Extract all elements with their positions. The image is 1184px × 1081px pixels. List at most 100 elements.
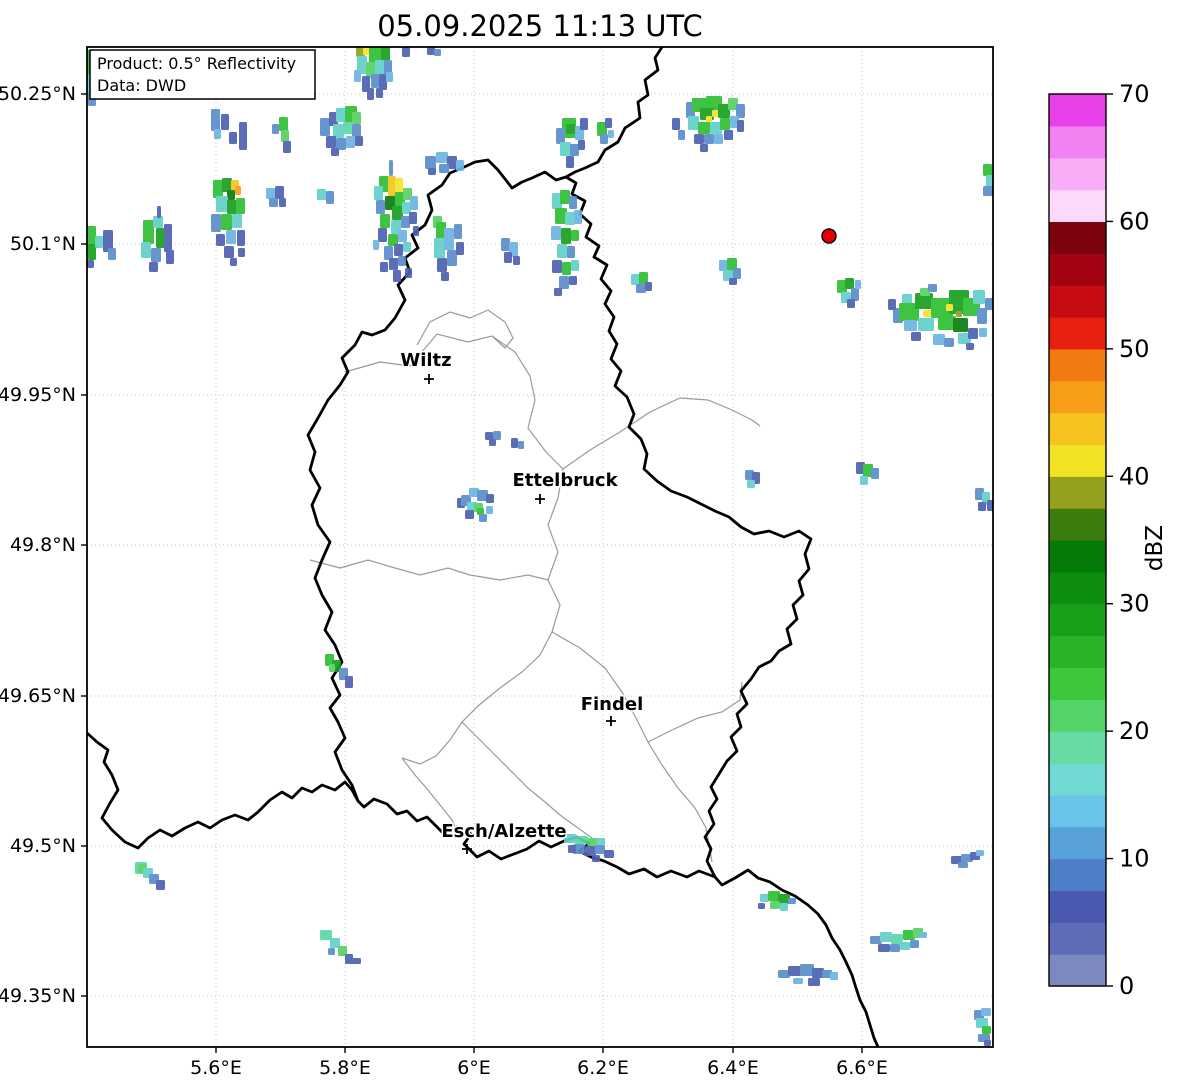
radar-echo-cell bbox=[636, 284, 646, 293]
colorbar-segment bbox=[1049, 126, 1106, 158]
radar-echo-cell bbox=[378, 228, 387, 242]
radar-echo-cell bbox=[221, 114, 229, 130]
radar-echo-cell bbox=[568, 845, 576, 853]
radar-echo-cell bbox=[847, 299, 855, 308]
radar-echo-cell bbox=[269, 198, 278, 207]
radar-echo-cell bbox=[518, 441, 524, 449]
radar-echo-cell bbox=[384, 60, 392, 74]
info-box-product-line: Product: 0.5° Reflectivity bbox=[97, 54, 296, 73]
district-border-line bbox=[648, 682, 742, 742]
radar-echoes bbox=[87, 47, 993, 1046]
radar-echo-cell bbox=[238, 248, 245, 257]
district-border-line bbox=[345, 334, 563, 469]
radar-echo-cell bbox=[554, 288, 562, 296]
colorbar-segment bbox=[1049, 731, 1106, 763]
radar-echo-cell bbox=[860, 476, 868, 485]
radar-echo-cell bbox=[413, 226, 419, 236]
radar-echo-cell bbox=[830, 972, 838, 980]
city-marker-cross bbox=[535, 494, 545, 504]
radar-echo-cell bbox=[570, 144, 579, 156]
radar-echo-cell bbox=[485, 432, 493, 440]
y-tick-label: 50.25°N bbox=[0, 83, 76, 105]
radar-echo-cell bbox=[221, 214, 232, 230]
city-label: Esch/Alzette bbox=[441, 821, 566, 842]
page-title: 05.09.2025 11:13 UTC bbox=[377, 9, 703, 43]
radar-echo-cell bbox=[439, 164, 449, 173]
radar-echo-cell bbox=[379, 74, 387, 90]
radar-echo-cell bbox=[973, 290, 985, 304]
radar-echo-cell bbox=[345, 954, 353, 964]
radar-echo-cell bbox=[456, 242, 464, 255]
radar-echo-cell bbox=[678, 130, 685, 140]
radar-echo-cell bbox=[345, 676, 353, 688]
colorbar-tick-label: 70 bbox=[1119, 80, 1150, 108]
radar-echo-cell bbox=[981, 1008, 991, 1016]
radar-echo-cell bbox=[320, 930, 332, 940]
radar-echo-cell bbox=[560, 190, 570, 204]
radar-echo-cell bbox=[557, 244, 567, 258]
radar-echo-cell bbox=[919, 932, 927, 938]
colorbar-segment bbox=[1049, 190, 1106, 222]
radar-echo-cell bbox=[320, 118, 330, 136]
radar-echo-cell bbox=[237, 230, 245, 246]
radar-echo-cell bbox=[900, 942, 910, 950]
y-tick-label: 49.8°N bbox=[10, 534, 76, 556]
radar-echo-cell bbox=[398, 256, 406, 266]
y-tick-label: 50.1°N bbox=[10, 233, 76, 255]
x-tick-label: 6.2°E bbox=[577, 1057, 629, 1079]
radar-echo-cell bbox=[569, 276, 577, 285]
y-tick-label: 49.35°N bbox=[0, 985, 76, 1007]
radar-echo-cell bbox=[760, 894, 769, 902]
radar-echo-cell bbox=[928, 284, 937, 292]
radar-echo-cell bbox=[513, 256, 520, 265]
radar-echo-cell bbox=[736, 104, 745, 118]
radar-echo-cell bbox=[923, 310, 931, 317]
city-labels: WiltzEttelbruckFindelEsch/Alzette bbox=[400, 350, 643, 854]
city-marker-cross bbox=[606, 716, 616, 726]
radar-echo-cell bbox=[355, 136, 363, 146]
radar-echo-cell bbox=[380, 262, 388, 272]
radar-echo-cell bbox=[566, 124, 575, 134]
radar-echo-cell bbox=[987, 500, 993, 511]
radar-echo-cell bbox=[447, 250, 457, 266]
radar-echo-cell bbox=[605, 118, 612, 128]
radar-echo-cell bbox=[384, 246, 393, 260]
radar-echo-cell bbox=[918, 318, 934, 331]
radar-echo-cell bbox=[559, 276, 569, 289]
radar-echo-cell bbox=[389, 160, 393, 176]
radar-echo-cell bbox=[317, 189, 326, 200]
radar-echo-cell bbox=[880, 932, 892, 942]
radar-echo-cell bbox=[367, 88, 374, 100]
radar-echo-cell bbox=[902, 294, 912, 304]
radar-echo-cell bbox=[580, 118, 588, 130]
radar-echo-cell bbox=[489, 439, 496, 446]
radar-echo-cell bbox=[672, 118, 680, 130]
radar-echo-cell bbox=[428, 168, 436, 175]
radar-echo-cell bbox=[551, 226, 561, 240]
x-tick-label: 6.6°E bbox=[836, 1057, 888, 1079]
radar-echo-cell bbox=[501, 238, 510, 251]
radar-echo-cell bbox=[933, 334, 945, 345]
radar-echo-cell bbox=[211, 109, 220, 131]
radar-echo-cell bbox=[567, 246, 575, 258]
radar-echo-cell bbox=[465, 510, 474, 519]
colorbar-tick-label: 30 bbox=[1119, 590, 1150, 618]
radar-echo-cell bbox=[232, 214, 242, 228]
colorbar-segment bbox=[1049, 604, 1106, 636]
radar-echo-cell bbox=[878, 944, 890, 952]
colorbar-segment bbox=[1049, 636, 1106, 668]
radar-echo-cell bbox=[511, 438, 518, 448]
colorbar-segment bbox=[1049, 253, 1106, 285]
city-label: Ettelbruck bbox=[512, 470, 618, 491]
radar-echo-cell bbox=[758, 903, 765, 909]
city-label: Findel bbox=[581, 694, 644, 715]
radar-echo-cell bbox=[979, 328, 987, 337]
radar-echo-cell bbox=[434, 49, 441, 56]
radar-echo-cell bbox=[968, 328, 978, 339]
radar-echo-cell bbox=[983, 164, 992, 176]
radar-echo-cell bbox=[788, 966, 802, 976]
radar-echo-cell bbox=[405, 268, 412, 278]
radar-echo-cell bbox=[326, 191, 334, 204]
colorbar-segment bbox=[1049, 572, 1106, 604]
colorbar-segment bbox=[1049, 540, 1106, 572]
